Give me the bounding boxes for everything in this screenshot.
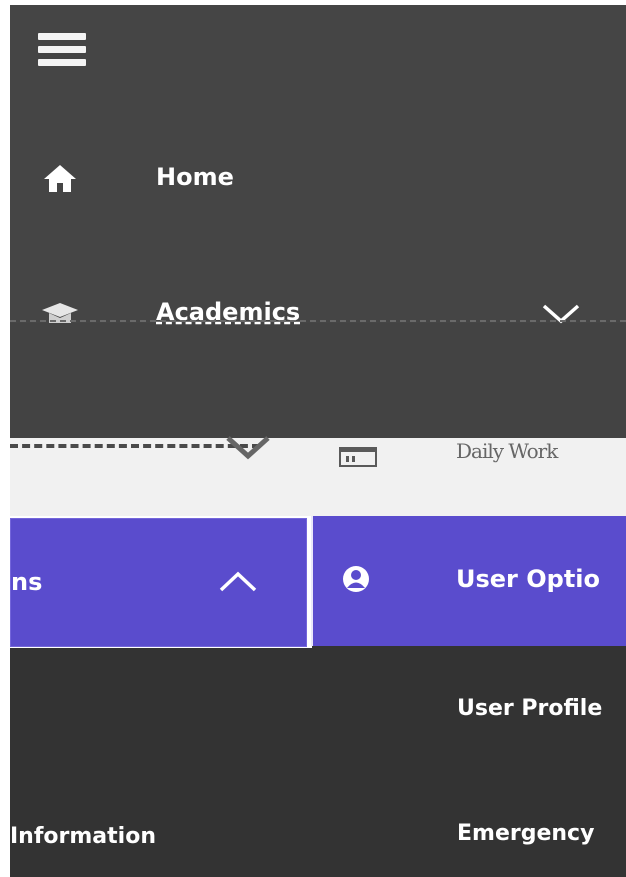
submenu-strip: Daily Work [10,436,626,516]
submenu-item-emergency[interactable]: Emergency [457,821,594,846]
tile-label: ns [11,568,43,596]
tile-label: User Optio [456,565,601,593]
graduation-cap-icon [40,295,80,331]
submenu-item-information[interactable]: Information [10,824,156,849]
sidebar-item-home[interactable]: Home [10,148,626,208]
calendar-icon [336,444,380,468]
hamburger-menu-icon[interactable] [38,33,86,71]
submenu-item-user-profile[interactable]: User Profile [457,696,602,721]
options-submenu: Information [10,648,312,877]
chevron-down-icon[interactable] [540,297,582,327]
chevron-up-icon[interactable] [217,567,259,595]
chevron-down-icon [222,434,274,462]
divider [10,320,626,322]
user-circle-icon [341,564,371,594]
home-icon [40,160,80,196]
options-tile[interactable]: ns [10,518,307,647]
submenu-item-daily-work[interactable]: Daily Work [456,439,558,463]
user-options-tile[interactable]: User Optio [311,516,626,646]
sidebar-item-academics[interactable]: Academics [10,283,626,343]
user-options-submenu: User Profile Emergency [312,646,626,877]
sidebar-item-label: Home [156,163,234,191]
